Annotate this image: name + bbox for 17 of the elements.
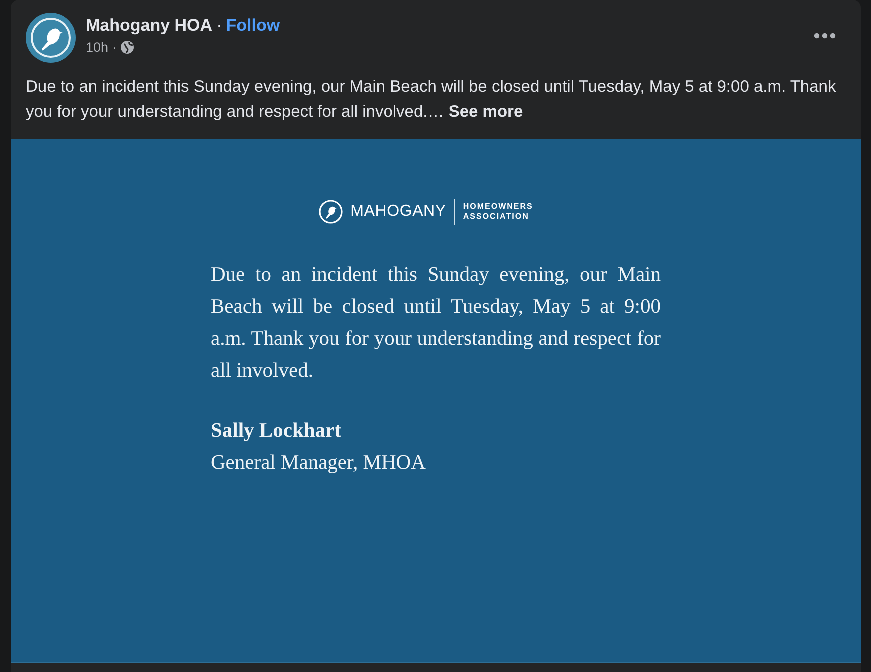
brand-subtitle: HOMEOWNERS bbox=[463, 202, 534, 212]
bird-logo-icon bbox=[318, 200, 343, 224]
separator-dot: · bbox=[216, 16, 222, 36]
see-more-link[interactable]: See more bbox=[448, 103, 524, 121]
brand-name: MAHOGANY bbox=[350, 203, 446, 221]
bird-avatar-icon[interactable] bbox=[26, 13, 76, 63]
notice-message: Due to an incident this Sunday evening, our Main Beach will be closed until Tuesday, May 5 at 9:00 a.m. Thank you for your understanding and respect for all involved. bbox=[211, 263, 661, 384]
globe-icon bbox=[121, 41, 134, 54]
signer-title: General Manager, MHOA bbox=[211, 451, 427, 476]
post-text: Due to an incident this Sunday evening, our Main Beach will be closed until Tuesday, May 5 at 9:00 a.m. Thank you for your understanding and respect for all involved.… See more bbox=[26, 77, 838, 123]
separator-dot: · bbox=[112, 40, 118, 55]
follow-link[interactable]: Follow bbox=[226, 16, 280, 36]
signer-name: Sally Lockhart bbox=[211, 419, 342, 444]
post-time[interactable]: 10h bbox=[86, 40, 109, 55]
brand-subtitle: ASSOCIATION bbox=[463, 212, 530, 222]
author-name[interactable]: Mahogany HOA bbox=[86, 16, 213, 36]
more-options-icon[interactable] bbox=[814, 33, 836, 39]
